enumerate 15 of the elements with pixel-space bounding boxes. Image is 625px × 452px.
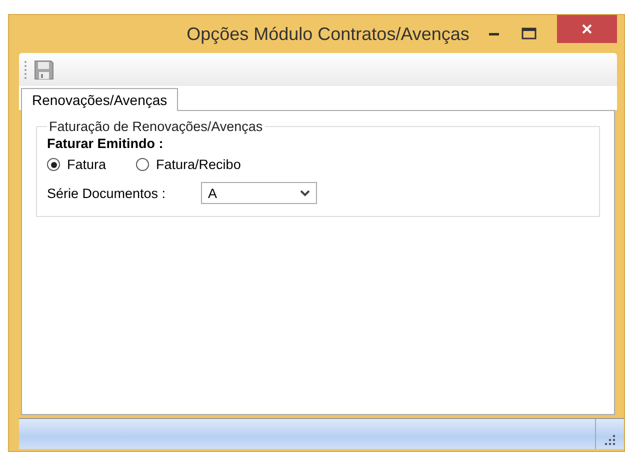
close-button[interactable]	[557, 15, 617, 43]
radio-option[interactable]: Fatura	[47, 157, 106, 172]
window-title: Opções Módulo Contratos/Avenças	[186, 24, 470, 44]
grip-icon	[24, 60, 27, 80]
field-label: Faturar Emitindo :	[47, 136, 164, 151]
tab[interactable]: Renovações/Avenças	[21, 88, 178, 111]
series-dropdown[interactable]: A	[201, 182, 317, 204]
resize-grip-icon[interactable]	[604, 434, 616, 446]
close-icon	[581, 23, 593, 35]
group-title: Faturação de Renovações/Avenças	[48, 119, 264, 134]
radio-option[interactable]: Fatura/Recibo	[136, 157, 241, 172]
caret-icon	[300, 190, 310, 196]
field-label: Série Documentos :	[47, 186, 167, 200]
maximize-icon[interactable]	[521, 27, 537, 41]
save-icon[interactable]	[33, 58, 55, 80]
